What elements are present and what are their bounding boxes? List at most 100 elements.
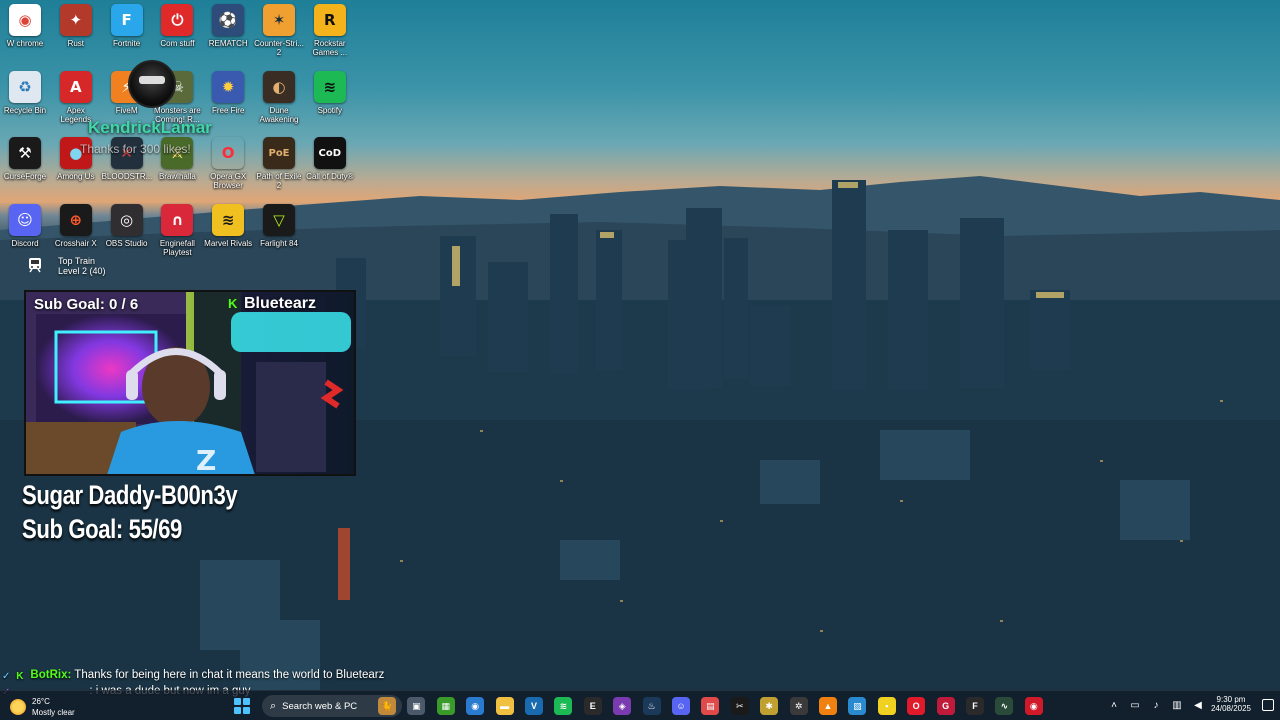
desktop-icon-opera-gx[interactable]: O Opera GX Browser [203, 137, 253, 190]
desktop-icon-obs-studio[interactable]: ◎ OBS Studio [102, 203, 152, 248]
steam-icon[interactable]: ♨ [642, 697, 661, 715]
svg-text:Z: Z [196, 444, 216, 476]
discord-taskbar-icon[interactable]: ☺ [672, 697, 690, 715]
chevron-up-icon[interactable]: ˄ [1108, 700, 1120, 712]
bug-app-icon[interactable]: ✱ [760, 697, 779, 715]
desktop-icon-free-fire[interactable]: ✹ Free Fire [203, 70, 253, 115]
desktop-icon-path-of-exile[interactable]: PoE Path of Exile 2 [254, 137, 304, 190]
desktop-icon-label: Spotify [317, 105, 343, 115]
search-placeholder: Search web & PC [282, 700, 358, 712]
desktop-icon-spotify[interactable]: ≋ Spotify [305, 70, 355, 115]
desktop-icon-power[interactable]: ⏻ Com stuff [152, 4, 202, 48]
desktop-icon-enginefall[interactable]: ∩ Enginefall Playtest [152, 203, 202, 257]
desktop-icon-curseforge[interactable]: ⚒ CurseForge [0, 137, 50, 181]
chat-username: BotRix: [30, 669, 72, 681]
sub-goal-label: Sub Goal: 55/69 [22, 514, 182, 544]
desktop-icon-label: Farlight 84 [260, 238, 298, 248]
weather-widget[interactable]: 26°C Mostly clear [10, 695, 90, 719]
desktop-icon-label: Opera GX Browser [210, 172, 247, 190]
desktop-icon-label: Brawlhalla [158, 172, 196, 181]
opera-gx-taskbar-icon[interactable]: G [936, 697, 955, 715]
opera-taskbar-icon[interactable]: O [907, 697, 926, 715]
desktop-icon-recycle-bin[interactable]: ♻ Recycle Bin [0, 70, 50, 115]
start-button[interactable] [234, 698, 250, 714]
webcam-image: Z [26, 292, 351, 476]
kick-logo-icon: K [228, 296, 238, 311]
microphone-icon[interactable]: ♪ [1150, 700, 1162, 712]
desktop-icon-label: Rust [67, 39, 85, 48]
capcut-icon[interactable]: ✂ [730, 697, 749, 715]
vscode-icon[interactable]: V [525, 697, 543, 715]
rematch-ball-icon: ⚽ [212, 4, 245, 36]
streamer-name: Bluetearz [244, 295, 317, 312]
rockstar-icon: R [313, 4, 346, 36]
desktop-icon-rust[interactable]: ✦ Rust [51, 4, 101, 48]
epic-games-icon[interactable]: E [583, 697, 602, 715]
chat-message: ✓ K BotRix: Thanks for being here in cha… [2, 669, 384, 682]
clock-date: 24/08/2025 [1210, 704, 1252, 713]
desktop-icon-label: CurseForge [3, 172, 47, 181]
check-badge-icon: ✓ [2, 671, 11, 682]
desktop-icon-counter-strike[interactable]: ✶ Counter-Stri... 2 [254, 4, 304, 57]
file-explorer-icon[interactable]: ▬ [495, 697, 514, 715]
volume-icon[interactable]: ◀ [1192, 700, 1204, 712]
marvel-rivals-icon: ≋ [212, 203, 245, 236]
task-view-icon[interactable]: ▣ [407, 697, 426, 715]
desktop-icon-rematch-ball[interactable]: ⚽ REMATCH [203, 4, 253, 48]
desktop-icon-call-of-duty[interactable]: CoD Call of Duty® [305, 137, 355, 181]
spotify-icon: ≋ [313, 70, 346, 103]
top-train-level: Level 2 (40) [58, 266, 106, 276]
weather-condition: Mostly clear [32, 708, 75, 717]
settings-app-icon[interactable]: ✲ [789, 697, 808, 715]
vlc-icon[interactable]: ▲ [819, 697, 837, 715]
alert-message: Thanks for 300 likes! [80, 142, 191, 156]
sticky-notes-icon[interactable]: ▪ [877, 697, 896, 715]
minecraft-icon[interactable]: ▦ [436, 697, 455, 715]
desktop-icon-rockstar[interactable]: R Rockstar Games ... [305, 4, 355, 57]
desktop-icon-discord[interactable]: ☺ Discord [0, 203, 50, 248]
curseforge-icon: ⚒ [9, 137, 41, 169]
desktop-icon-crosshair-x[interactable]: ⊕ Crosshair X [51, 203, 101, 248]
notes-icon[interactable]: ▤ [701, 697, 720, 715]
counter-strike-icon: ✶ [263, 4, 295, 36]
desktop-icon-apex[interactable]: A Apex Legends [51, 70, 101, 124]
desktop-icon-label: REMATCH [208, 39, 248, 48]
purple-app-icon[interactable]: ◈ [613, 697, 632, 715]
webcam-sub-goal: Sub Goal: 0 / 6 [34, 296, 139, 313]
farlight-icon: ▽ [263, 203, 295, 236]
red-app-icon[interactable]: ◉ [1024, 697, 1043, 715]
figma-icon[interactable]: F [966, 697, 984, 715]
desktop-icon-fortnite[interactable]: F Fortnite [102, 4, 152, 48]
taskbar: 26°C Mostly clear ⌕ Search web & PC 🐈 ▣ ▦ ◉… [0, 690, 1280, 720]
desktop-icon-label: Call of Duty® [306, 172, 354, 181]
desktop-icon-dune[interactable]: ◐ Dune Awakening [254, 70, 304, 124]
desktop-icon-label: Among Us [57, 172, 95, 181]
chrome-taskbar-icon[interactable]: ◉ [466, 697, 485, 715]
desktop-icon-marvel-rivals[interactable]: ≋ Marvel Rivals [203, 203, 253, 248]
clock-time: 9:30 pm [1216, 695, 1246, 704]
free-fire-icon: ✹ [212, 70, 245, 103]
path-of-exile-icon: PoE [263, 137, 295, 169]
sugar-daddy-label: Sugar Daddy-B00n3y [22, 480, 238, 510]
weather-temperature: 26°C [32, 697, 50, 706]
spotify-taskbar-icon[interactable]: ≋ [554, 697, 573, 715]
taskbar-clock[interactable]: 9:30 pm 24/08/2025 [1206, 695, 1256, 713]
pet-icon[interactable]: 🐈 [378, 697, 396, 715]
notification-icon[interactable] [1262, 699, 1274, 711]
desktop-icon-label: BLOODSTR... [101, 172, 153, 181]
photos-icon[interactable]: ▧ [848, 697, 867, 715]
search-icon: ⌕ [270, 699, 277, 712]
battery-icon[interactable]: ▭ [1129, 700, 1141, 712]
desktop-icon-farlight[interactable]: ▽ Farlight 84 [254, 203, 304, 248]
opera-gx-icon: O [212, 137, 244, 169]
desktop-icon-label: Path of Exile 2 [256, 172, 302, 190]
train-icon [29, 258, 41, 273]
windows-logo-icon [234, 698, 241, 705]
network-icon[interactable]: ▥ [1171, 700, 1183, 712]
desktop-icon-label: Marvel Rivals [204, 238, 253, 248]
desktop-icon-label: Fortnite [113, 39, 141, 48]
crosshair-x-icon: ⊕ [59, 203, 92, 236]
wave-app-icon[interactable]: ∿ [995, 697, 1014, 715]
desktop-icon-label: Discord [11, 238, 39, 248]
desktop-icon-chrome[interactable]: ◉ W chrome [0, 4, 50, 48]
